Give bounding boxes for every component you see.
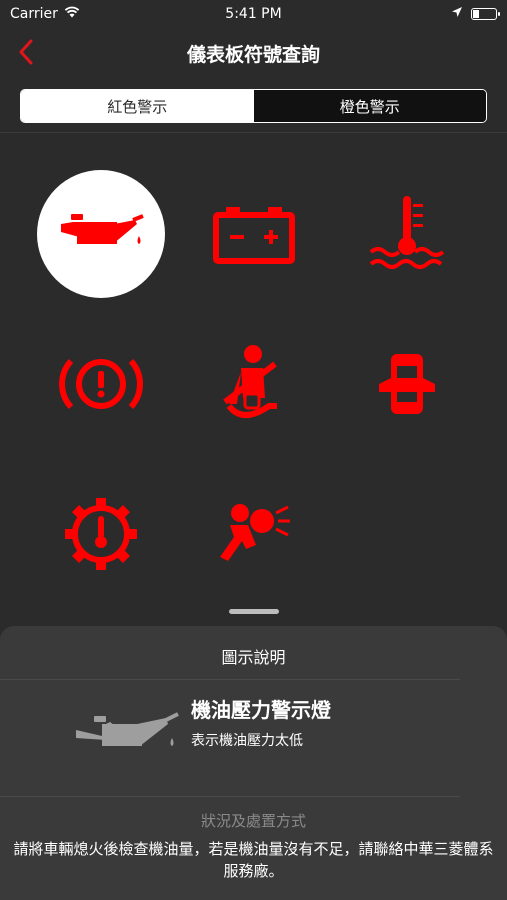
sheet-title: 圖示說明 [221, 648, 286, 667]
status-bar: Carrier 5:41 PM [0, 0, 507, 28]
oil-pressure-icon [74, 706, 184, 766]
oil-pressure-icon [61, 214, 144, 244]
detail-title: 機油壓力警示燈 [191, 698, 331, 722]
coolant-temperature-icon [369, 196, 445, 269]
seatbelt-icon-button[interactable] [190, 320, 318, 448]
section-title: 狀況及處置方式 [200, 812, 306, 830]
door-open-icon-button[interactable] [343, 320, 471, 448]
page-title: 儀表板符號查詢 [186, 44, 320, 66]
transmission-temperature-icon-button[interactable] [37, 470, 165, 598]
oil-pressure-icon-button[interactable] [37, 170, 165, 298]
divider [0, 132, 507, 133]
detail-sheet: 圖示說明 機油壓力警示燈 表示機油壓力太低 狀況及處置方式 請將車輛熄火後檢查機… [0, 626, 507, 900]
battery-icon [213, 207, 295, 264]
airbag-icon-button[interactable] [190, 470, 318, 598]
transmission-temperature-icon [65, 498, 137, 570]
warning-color-segment: 紅色警示 橙色警示 [20, 89, 487, 123]
tab-orange-warning[interactable]: 橙色警示 [253, 90, 486, 122]
divider [0, 796, 460, 797]
coolant-temperature-icon-button[interactable] [343, 170, 471, 298]
battery-status-icon [471, 8, 500, 20]
detail-description: 表示機油壓力太低 [191, 733, 303, 749]
section-text: 請將車輛熄火後檢查機油量，若是機油量沒有不足，請聯絡中華三菱體系服務廠。 [13, 840, 494, 880]
door-open-icon [379, 354, 435, 414]
drag-handle[interactable] [229, 609, 279, 614]
seatbelt-icon [223, 345, 277, 418]
airbag-icon [220, 504, 290, 561]
nav-bar: 儀表板符號查詢 [0, 28, 507, 78]
brake-warning-icon [59, 358, 143, 410]
status-time: 5:41 PM [225, 6, 282, 22]
divider [0, 679, 460, 680]
brake-warning-icon-button[interactable] [37, 320, 165, 448]
tab-red-warning[interactable]: 紅色警示 [21, 90, 254, 122]
battery-icon-button[interactable] [190, 170, 318, 298]
